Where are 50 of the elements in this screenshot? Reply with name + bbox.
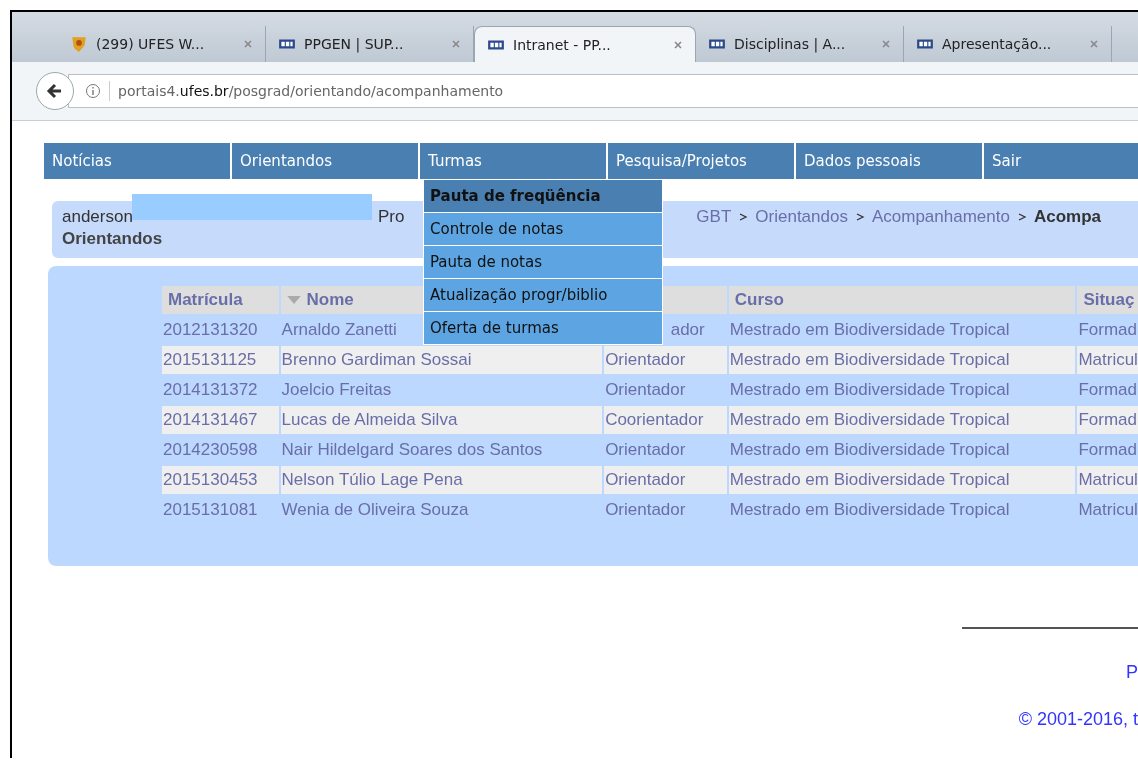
table-cell: 2015130453 — [163, 470, 258, 489]
column-header-label: Curso — [734, 290, 784, 309]
table-cell: 2014131467 — [163, 410, 258, 429]
table-cell: Mestrado em Biodiversidade Tropical — [729, 410, 1010, 429]
table-cell: Nair Hildelgard Soares dos Santos — [281, 440, 543, 459]
table-cell: Matricul — [1078, 350, 1138, 369]
table-cell: Lucas de Almeida Silva — [281, 410, 458, 429]
table-cell: Orientador — [605, 380, 686, 399]
tab-title: Apresentação... — [942, 36, 1053, 52]
table-cell: Wenia de Oliveira Souza — [281, 500, 469, 519]
tab-title: Disciplinas | A... — [734, 36, 847, 52]
table-cell: Formad — [1078, 410, 1137, 429]
copyright-text: © 2001-2016, t — [1018, 709, 1138, 730]
tab-title: Intranet - PP... — [513, 36, 612, 53]
table-cell: Orientador — [605, 440, 686, 459]
url-text: portais4.ufes.br/posgrad/orientando/acompanhamento — [118, 83, 504, 99]
table-cell: Formad — [1078, 380, 1137, 399]
table-cell: Orientador — [605, 470, 686, 489]
table-cell: Arnaldo Zanetti — [281, 320, 397, 339]
table-cell: 2015131125 — [163, 350, 257, 369]
column-header-label: Situaç — [1083, 290, 1135, 309]
user-name: anderson — [62, 207, 133, 227]
table-cell: Mestrado em Biodiversidade Tropical — [729, 380, 1010, 399]
table-cell: Formad — [1078, 440, 1137, 459]
table-cell: 2014230598 — [163, 440, 258, 459]
table-cell: 2014131372 — [163, 380, 258, 399]
tab-title: (299) UFES W... — [96, 36, 206, 52]
column-header-label: Matrícula — [168, 290, 243, 309]
table-cell: Matricul — [1078, 470, 1138, 489]
table-cell: Joelcio Freitas — [281, 380, 392, 399]
table-cell: Formad — [1078, 320, 1137, 339]
table-cell: Mestrado em Biodiversidade Tropical — [729, 440, 1010, 459]
program-name: Pro — [377, 207, 405, 227]
table-cell: 2015131081 — [163, 500, 258, 519]
page-title: Orientandos — [62, 229, 164, 249]
table-cell: Mestrado em Biodiversidade Tropical — [729, 320, 1010, 339]
column-header-label: Nome — [306, 290, 354, 309]
table-cell: 2012131320 — [163, 320, 258, 339]
table-cell: Orientador — [605, 350, 686, 369]
table-cell: Nelson Túlio Lage Pena — [281, 470, 463, 489]
table-cell: Orientador — [605, 500, 686, 519]
table-cell: Matricul — [1078, 500, 1138, 519]
table-cell: Mestrado em Biodiversidade Tropical — [729, 500, 1010, 519]
breadcrumb-current: Acompa — [1033, 207, 1101, 227]
table-cell: ador — [670, 320, 705, 339]
table-cell: Brenno Gardiman Sossai — [281, 350, 472, 369]
table-cell: Mestrado em Biodiversidade Tropical — [729, 470, 1010, 489]
table-cell: Mestrado em Biodiversidade Tropical — [729, 350, 1010, 369]
table-cell: Coorientador — [605, 410, 704, 429]
tab-title: PPGEN | SUP... — [304, 36, 405, 52]
